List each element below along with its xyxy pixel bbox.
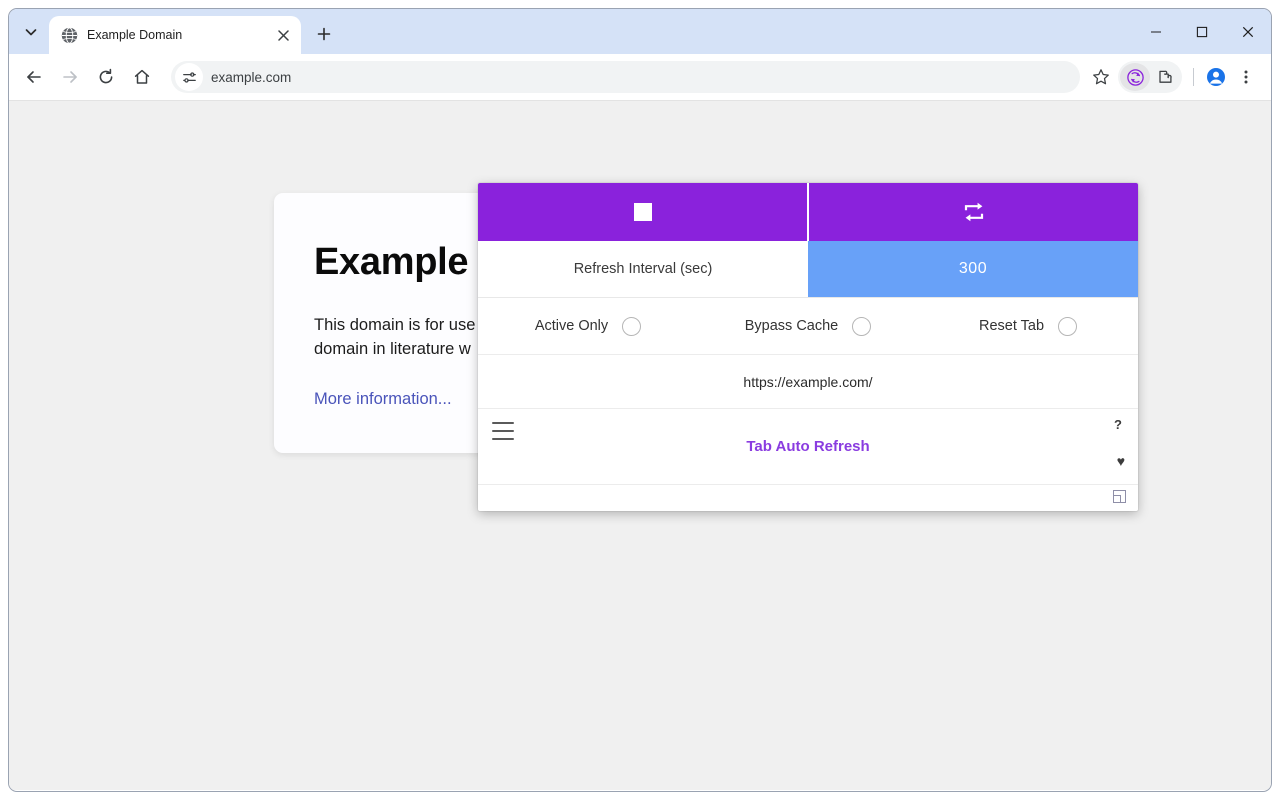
star-icon [1093, 69, 1109, 85]
hamburger-menu-icon[interactable] [492, 422, 514, 440]
puzzle-piece-icon [1159, 70, 1172, 83]
extension-name-link[interactable]: Tab Auto Refresh [746, 438, 869, 455]
help-icon[interactable]: ? [1114, 417, 1122, 432]
refresh-interval-input[interactable]: 300 [808, 241, 1138, 297]
browser-tab[interactable]: Example Domain [49, 16, 301, 54]
popup-footer-row [478, 485, 1138, 511]
three-dot-menu-icon [1244, 70, 1248, 84]
plus-icon [317, 27, 331, 41]
home-button[interactable] [127, 62, 157, 92]
page-viewport: Example D This domain is for use domain … [9, 101, 1271, 790]
tab-close-button[interactable] [273, 25, 293, 45]
repeat-icon [964, 202, 983, 222]
profile-button[interactable] [1201, 62, 1231, 92]
home-icon [134, 69, 150, 84]
refresh-interval-label: Refresh Interval (sec) [573, 261, 713, 277]
window-close-button[interactable] [1225, 9, 1271, 54]
current-url-row: https://example.com/ [478, 355, 1138, 409]
browser-window: Example Domain example.com Example D Thi… [8, 8, 1272, 792]
refresh-interval-row: Refresh Interval (sec) 300 [478, 241, 1138, 298]
option-reset-tab[interactable]: Reset Tab [918, 298, 1138, 354]
tab-search-button[interactable] [13, 17, 49, 47]
page-paragraph-line-2: domain in literature w [314, 339, 471, 358]
more-information-link[interactable]: More information... [314, 390, 452, 408]
back-button[interactable] [19, 62, 49, 92]
globe-icon [61, 26, 78, 44]
option-bypass-cache-label: Bypass Cache [744, 318, 839, 334]
close-icon [1242, 26, 1254, 37]
reload-button[interactable] [91, 62, 121, 92]
heart-icon[interactable]: ♥ [1117, 453, 1125, 469]
current-url-text: https://example.com/ [743, 373, 873, 390]
forward-button[interactable] [55, 62, 85, 92]
option-active-only[interactable]: Active Only [478, 298, 698, 354]
site-settings-button[interactable] [175, 63, 203, 91]
tab-auto-refresh-extension-button[interactable] [1120, 63, 1150, 91]
window-controls [1133, 9, 1271, 54]
option-bypass-cache[interactable]: Bypass Cache [698, 298, 918, 354]
close-icon [277, 29, 289, 41]
toolbar-separator [1193, 68, 1194, 86]
forward-arrow-icon [63, 71, 77, 83]
chevron-down-icon [25, 29, 37, 36]
window-minimize-button[interactable] [1133, 9, 1179, 54]
option-active-only-label: Active Only [534, 318, 609, 334]
popup-options-row: Active Only Bypass Cache Reset Tab [478, 298, 1138, 355]
site-settings-icon [182, 71, 196, 83]
address-bar[interactable]: example.com [171, 61, 1080, 93]
browser-toolbar: example.com [9, 54, 1271, 101]
profile-avatar-icon [1207, 68, 1225, 86]
stop-button[interactable] [478, 183, 809, 241]
start-refresh-button[interactable] [809, 183, 1138, 241]
stop-icon [633, 203, 652, 221]
popup-header [478, 183, 1138, 241]
browser-menu-button[interactable] [1231, 62, 1261, 92]
tab-auto-refresh-icon [1126, 68, 1144, 86]
option-reset-tab-checkbox[interactable] [1058, 316, 1078, 336]
extensions-group [1118, 61, 1182, 93]
tab-title: Example Domain [87, 28, 183, 42]
reload-icon [99, 68, 113, 84]
tab-strip: Example Domain [9, 9, 1271, 54]
hamburger-line [492, 430, 514, 432]
popup-brand-row: Tab Auto Refresh ? ♥ [478, 409, 1138, 485]
hamburger-line [492, 422, 514, 424]
extensions-menu-button[interactable] [1150, 63, 1180, 91]
back-arrow-icon [27, 71, 41, 83]
resize-handle-icon[interactable] [1113, 490, 1126, 503]
new-tab-button[interactable] [309, 19, 339, 49]
option-reset-tab-label: Reset Tab [978, 318, 1045, 334]
option-bypass-cache-checkbox[interactable] [852, 316, 872, 336]
option-active-only-checkbox[interactable] [622, 316, 642, 336]
bookmark-button[interactable] [1086, 62, 1116, 92]
window-maximize-button[interactable] [1179, 9, 1225, 54]
maximize-icon [1196, 26, 1208, 37]
minimize-icon [1151, 30, 1161, 33]
page-paragraph-line-1: This domain is for use [314, 316, 476, 334]
tab-auto-refresh-popup: Refresh Interval (sec) 300 Active Only B… [478, 183, 1138, 511]
hamburger-line [492, 438, 514, 440]
address-bar-url[interactable]: example.com [211, 70, 291, 85]
